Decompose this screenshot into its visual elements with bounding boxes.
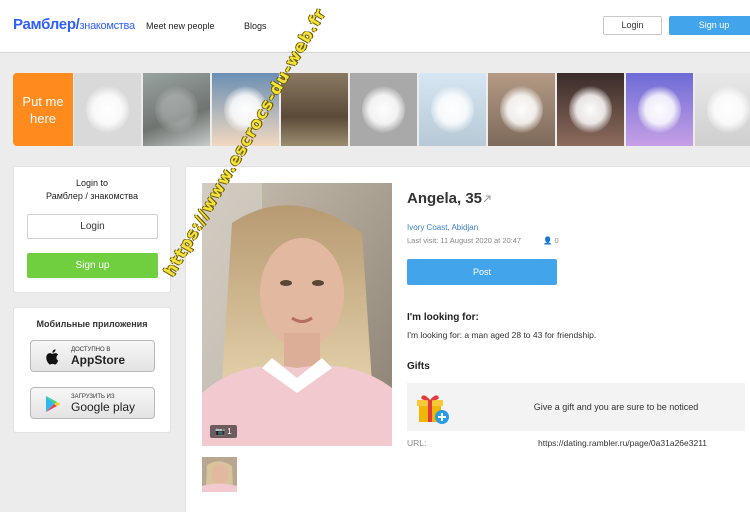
photo-thumbnail[interactable] — [202, 457, 237, 492]
profile-url[interactable]: https://dating.rambler.ru/page/0a31a26e3… — [538, 438, 707, 448]
header-login-button[interactable]: Login — [603, 16, 662, 35]
put-me-here-button[interactable]: Put me here — [13, 73, 73, 146]
gift-box[interactable]: Give a gift and you are sure to be notic… — [407, 383, 745, 431]
strip-photo[interactable] — [419, 73, 486, 146]
strip-photo[interactable] — [350, 73, 417, 146]
strip-photo[interactable] — [557, 73, 624, 146]
gift-text: Give a gift and you are sure to be notic… — [533, 402, 699, 412]
strip-photo[interactable] — [74, 73, 141, 146]
profile-views: 👤 0 — [543, 236, 559, 245]
strip-photo[interactable] — [626, 73, 693, 146]
header-signup-button[interactable]: Sign up — [669, 16, 750, 35]
profile-card: 📷 1 Angela, 35 Ivory Coast, Abidjan Last… — [185, 166, 750, 512]
appstore-label: AppStore — [71, 353, 125, 367]
logo-text: Рамблер/ — [13, 16, 80, 33]
profile-name: Angela, 35 — [407, 190, 483, 207]
photo-count: 1 — [227, 427, 232, 436]
profile-location[interactable]: Ivory Coast, Abidjan — [407, 223, 478, 232]
googleplay-label: Google play — [71, 400, 136, 414]
last-visit: Last visit: 11 August 2020 at 20:47 — [407, 236, 522, 245]
logo-subtext: знакомства — [79, 20, 136, 32]
nav-blogs[interactable]: Blogs — [244, 21, 267, 31]
google-play-icon — [46, 396, 61, 412]
apps-title: Мобильные приложения — [36, 319, 148, 329]
user-icon: 👤 — [543, 236, 553, 245]
share-arrow-icon[interactable] — [482, 194, 492, 204]
views-count: 0 — [554, 236, 559, 245]
nav-meet-new-people[interactable]: Meet new people — [146, 21, 215, 31]
url-label: URL: — [407, 438, 427, 448]
top-bar: Рамблер/знакомства Meet new people Blogs… — [0, 0, 750, 53]
strip-photo[interactable] — [488, 73, 555, 146]
appstore-button[interactable]: Доступно в AppStore — [30, 340, 155, 372]
apps-card: Мобильные приложения Доступно в AppStore… — [13, 307, 171, 433]
photo-count-badge: 📷 1 — [210, 425, 237, 438]
googleplay-button[interactable]: Загрузить из Google play — [30, 387, 155, 419]
sidebar-login-button[interactable]: Login — [27, 214, 158, 239]
rambler-logo[interactable]: Рамблер/знакомства — [13, 16, 135, 33]
put-me-here-label: Put me here — [22, 94, 64, 126]
profile-photo-image — [202, 183, 392, 446]
login-title-line2: Рамблер / знакомства — [46, 191, 138, 201]
looking-for-text: I'm looking for: a man aged 28 to 43 for… — [407, 330, 597, 340]
thumbnail-image — [202, 457, 237, 492]
apple-icon — [46, 349, 59, 365]
gifts-title: Gifts — [407, 361, 430, 372]
strip-photo[interactable] — [695, 73, 750, 146]
strip-photo[interactable] — [281, 73, 348, 146]
strip-photo[interactable] — [143, 73, 210, 146]
looking-for-title: I'm looking for: — [407, 312, 479, 323]
post-button[interactable]: Post — [407, 259, 557, 285]
profile-photo[interactable]: 📷 1 — [202, 183, 392, 446]
sidebar-signup-button[interactable]: Sign up — [27, 253, 158, 278]
login-title-line1: Login to — [75, 178, 109, 188]
login-card: Login to Рамблер / знакомства Login Sign… — [13, 166, 171, 293]
